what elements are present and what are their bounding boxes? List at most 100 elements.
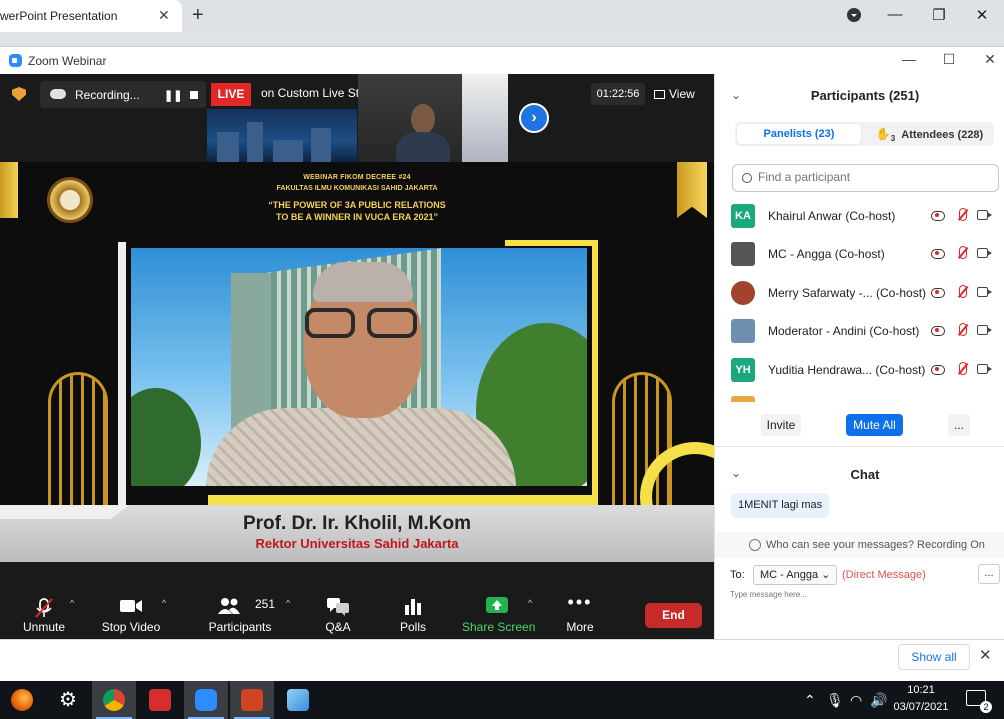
raised-hand-icon: ✋: [875, 127, 891, 141]
participant-name: Khairul Anwar (Co-host): [768, 209, 896, 223]
zoom-minimize-icon[interactable]: —: [900, 51, 918, 67]
meeting-timer: 01:22:56: [591, 83, 645, 105]
clock-date[interactable]: 03/07/2021: [888, 701, 954, 713]
participant-row[interactable]: YH Yuditia Hendrawa... (Co-host): [715, 351, 1004, 389]
windows-taskbar: ⚙ ⌃ 🎙 ◠ 🔊 10:21 03/07/2021 2: [0, 681, 1004, 719]
tab-close-icon[interactable]: ✕: [158, 7, 170, 24]
chat-privacy-notice: Who can see your messages? Recording On: [715, 532, 1004, 558]
participant-list: KA Khairul Anwar (Co-host) MC - Angga (C…: [715, 197, 1004, 402]
share-screen-button[interactable]: Share Screen: [462, 589, 535, 640]
zoom-maximize-icon[interactable]: ☐: [940, 51, 958, 68]
participant-row[interactable]: Merry Safarwaty -... (Co-host): [715, 274, 1004, 312]
more-dots-icon: •••: [567, 592, 593, 612]
more-label: More: [566, 620, 594, 634]
participant-row[interactable]: [715, 389, 1004, 402]
people-icon: [749, 539, 761, 551]
stop-recording-icon[interactable]: [190, 91, 198, 99]
stop-video-button[interactable]: Stop Video: [101, 589, 161, 640]
taskbar-firefox[interactable]: [0, 681, 44, 719]
share-options-icon[interactable]: ^: [528, 598, 532, 608]
muted-mic-icon[interactable]: [955, 322, 969, 340]
muted-mic-icon[interactable]: [955, 245, 969, 263]
view-button[interactable]: View: [654, 83, 695, 105]
microphone-icon[interactable]: 🎙: [826, 692, 844, 709]
video-thumbnail[interactable]: [462, 74, 508, 162]
participants-options-icon[interactable]: ^: [286, 598, 290, 608]
qa-label: Q&A: [325, 620, 351, 634]
speaker-shirt: [206, 408, 516, 486]
browser-tab[interactable]: werPoint Presentation ✕: [0, 0, 182, 32]
chat-more-button[interactable]: ...: [978, 564, 1000, 584]
muted-mic-icon[interactable]: [955, 207, 969, 225]
pause-recording-icon[interactable]: ❚❚: [164, 89, 182, 102]
search-input[interactable]: [758, 170, 988, 184]
new-tab-icon[interactable]: +: [192, 4, 204, 27]
show-hidden-icons-icon[interactable]: ⌃: [804, 692, 816, 709]
unmute-button[interactable]: Unmute: [18, 589, 70, 640]
close-download-bar-icon[interactable]: ✕: [979, 646, 992, 664]
video-thumbnail[interactable]: [358, 74, 462, 162]
end-meeting-button[interactable]: End: [645, 603, 702, 628]
show-all-downloads-button[interactable]: Show all: [898, 644, 970, 670]
video-camera-icon[interactable]: [977, 210, 992, 220]
participants-more-button[interactable]: ...: [948, 414, 970, 436]
chat-recipient-select[interactable]: MC - Angga ⌄: [753, 565, 838, 585]
video-camera-icon[interactable]: [977, 325, 992, 335]
mute-all-button[interactable]: Mute All: [846, 414, 903, 436]
participants-button[interactable]: 251 Participants: [207, 589, 275, 640]
volume-icon[interactable]: 🔊: [870, 692, 887, 709]
side-panel: ⌄ Participants (251) Panelists (23) ✋3 A…: [714, 74, 1004, 640]
taskbar-acrobat[interactable]: [138, 681, 182, 719]
search-icon: [742, 173, 752, 183]
recording-permission-icon[interactable]: [931, 326, 945, 336]
taskbar-zoom[interactable]: [184, 681, 228, 719]
view-icon: [654, 90, 665, 99]
muted-mic-icon[interactable]: [955, 361, 969, 379]
more-button[interactable]: ••• More: [560, 589, 600, 640]
taskbar-powerpoint[interactable]: [230, 681, 274, 719]
muted-mic-icon[interactable]: [955, 284, 969, 302]
video-thumbnail[interactable]: [207, 109, 357, 162]
participant-name: Moderator - Andini (Co-host): [768, 324, 920, 338]
clock-time[interactable]: 10:21: [894, 684, 948, 696]
next-thumbnails-icon[interactable]: ›: [519, 103, 549, 133]
recording-permission-icon[interactable]: [931, 365, 945, 375]
wifi-icon[interactable]: ◠: [850, 692, 862, 709]
divider: [715, 446, 1004, 447]
chrome-icon: [103, 689, 125, 711]
video-camera-icon[interactable]: [977, 287, 992, 297]
invite-button[interactable]: Invite: [761, 414, 801, 436]
video-options-icon[interactable]: ^: [162, 598, 166, 608]
video-camera-icon[interactable]: [977, 364, 992, 374]
participant-search[interactable]: [732, 164, 999, 192]
cloud-icon: [50, 89, 66, 99]
profile-dropdown-icon[interactable]: [844, 8, 864, 26]
qa-button[interactable]: Q&A: [318, 589, 358, 640]
restore-icon[interactable]: ❐: [929, 6, 949, 24]
participant-row[interactable]: MC - Angga (Co-host): [715, 235, 1004, 273]
video-camera-icon[interactable]: [977, 248, 992, 258]
direct-message-label: (Direct Message): [842, 569, 926, 581]
avatar: [731, 281, 755, 305]
close-window-icon[interactable]: ✕: [972, 6, 992, 24]
recording-permission-icon[interactable]: [931, 211, 945, 221]
participant-row[interactable]: Moderator - Andini (Co-host): [715, 312, 1004, 350]
polls-button[interactable]: Polls: [393, 589, 433, 640]
taskbar-chrome[interactable]: [92, 681, 136, 719]
zoom-close-icon[interactable]: ✕: [981, 51, 999, 68]
participant-row[interactable]: KA Khairul Anwar (Co-host): [715, 197, 1004, 235]
recording-permission-icon[interactable]: [931, 288, 945, 298]
acrobat-icon: [149, 689, 171, 711]
chat-to-label: To:: [730, 569, 745, 581]
taskbar-settings[interactable]: ⚙: [46, 681, 90, 719]
tab-panelists[interactable]: Panelists (23): [737, 124, 861, 144]
speaker-video: [131, 248, 587, 486]
chat-input[interactable]: [730, 590, 990, 599]
tab-attendees[interactable]: ✋3 Attendees (228): [867, 124, 992, 144]
recording-permission-icon[interactable]: [931, 249, 945, 259]
taskbar-notes[interactable]: [276, 681, 320, 719]
audio-options-icon[interactable]: ^: [70, 598, 74, 608]
powerpoint-icon: [241, 689, 263, 711]
minimize-icon[interactable]: —: [885, 6, 905, 23]
security-shield-icon[interactable]: [12, 87, 26, 101]
